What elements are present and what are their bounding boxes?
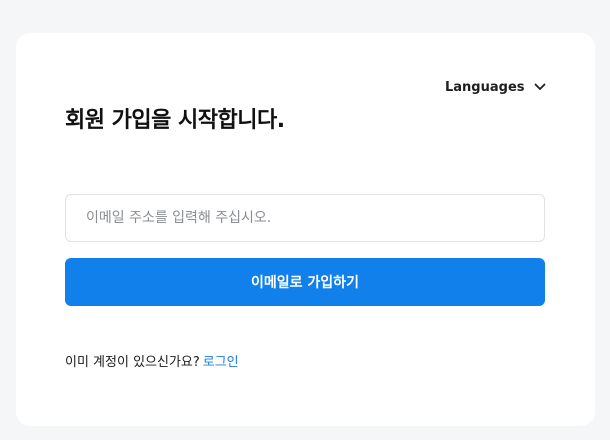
signup-with-email-button[interactable]: 이메일로 가입하기: [65, 258, 545, 306]
chevron-down-icon: [534, 83, 546, 91]
signup-card: Languages 회원 가입을 시작합니다. 이메일로 가입하기 이미 계정이…: [16, 33, 595, 426]
login-link[interactable]: 로그인: [203, 355, 239, 370]
language-selector-label: Languages: [445, 79, 525, 95]
login-prompt-text: 이미 계정이 있으신가요?: [65, 355, 200, 370]
page-title: 회원 가입을 시작합니다.: [65, 108, 285, 133]
language-selector[interactable]: Languages: [445, 77, 546, 97]
login-prompt: 이미 계정이 있으신가요? 로그인: [65, 351, 239, 370]
email-input[interactable]: [65, 194, 545, 242]
